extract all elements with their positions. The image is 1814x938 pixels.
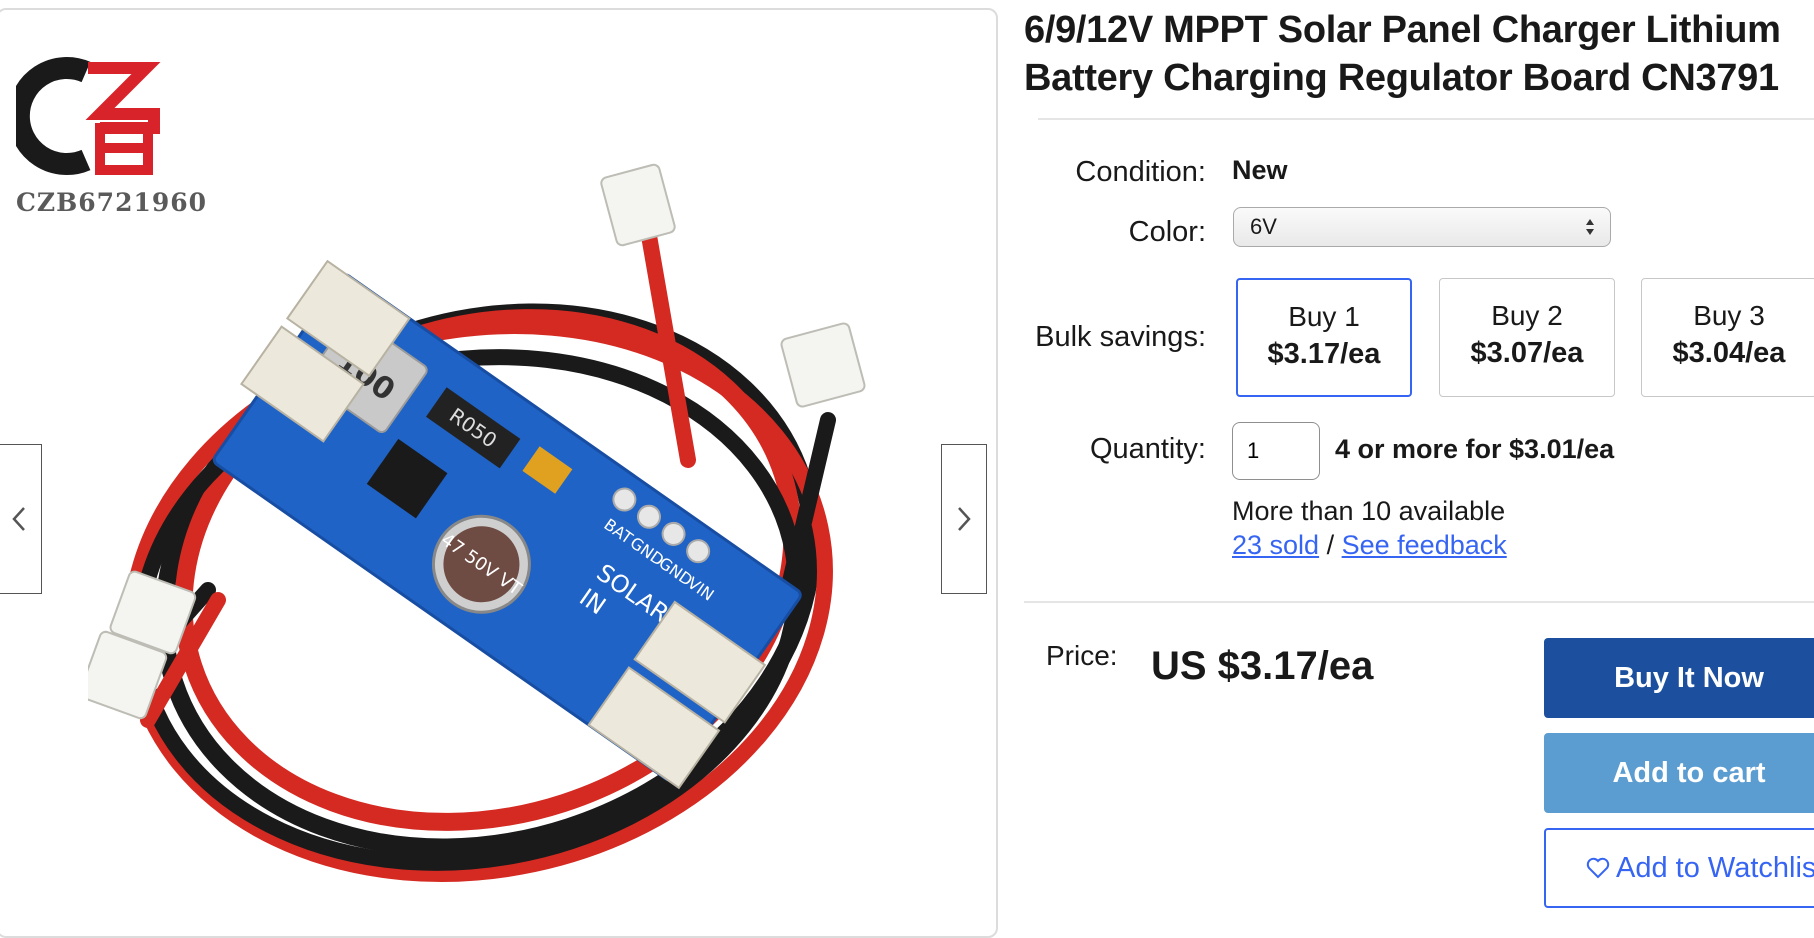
color-label: Color: (1128, 216, 1206, 248)
divider (1038, 118, 1814, 120)
buy-it-now-button[interactable]: Buy It Now (1544, 638, 1814, 718)
add-to-watchlist-label: Add to Watchlist (1616, 851, 1814, 884)
add-to-cart-button[interactable]: Add to cart (1544, 733, 1814, 813)
bulk-option-price: $3.04/ea (1672, 337, 1786, 369)
bulk-option-price: $3.07/ea (1470, 337, 1584, 369)
see-feedback-link[interactable]: See feedback (1342, 530, 1507, 560)
bulk-option-price: $3.17/ea (1267, 338, 1381, 370)
bulk-option-buy-2[interactable]: Buy 2 $3.07/ea (1439, 278, 1615, 397)
quantity-label: Quantity: (1089, 433, 1206, 465)
select-arrows-icon (1586, 219, 1594, 235)
price-label: Price: (1046, 640, 1118, 671)
condition-value: New (1232, 155, 1288, 185)
product-title: 6/9/12V MPPT Solar Panel Charger Lithium… (1024, 9, 1781, 99)
heart-icon (1586, 857, 1610, 879)
color-select[interactable]: 6V (1233, 207, 1611, 247)
add-to-watchlist-button[interactable]: Add to Watchlist (1544, 828, 1814, 908)
quantity-input[interactable] (1232, 422, 1320, 480)
sold-feedback-line: 23 sold / See feedback (1232, 530, 1507, 561)
separator: / (1326, 530, 1335, 560)
divider (1024, 601, 1814, 603)
sold-count-link[interactable]: 23 sold (1232, 530, 1319, 560)
price-value: US $3.17/ea (1151, 644, 1374, 688)
product-image[interactable]: 100 R050 47 50V VT BAT GND GND VIN SOLAR… (88, 160, 908, 920)
condition-label: Condition: (1075, 156, 1206, 188)
next-image-button[interactable] (941, 444, 987, 594)
bulk-savings-label: Bulk savings: (1035, 321, 1206, 353)
chevron-left-icon (12, 507, 25, 531)
chevron-right-icon (958, 507, 971, 531)
bulk-option-qty: Buy 1 (1288, 301, 1360, 332)
availability-text: More than 10 available (1232, 496, 1506, 526)
bulk-quantity-note: 4 or more for $3.01/ea (1335, 434, 1615, 464)
image-gallery: CZB6721960 100 R050 47 50V VT BAT GND GN… (0, 8, 998, 938)
bulk-option-buy-3[interactable]: Buy 3 $3.04/ea (1641, 278, 1814, 397)
bulk-option-qty: Buy 2 (1491, 300, 1563, 331)
bulk-option-qty: Buy 3 (1693, 300, 1765, 331)
bulk-option-buy-1[interactable]: Buy 1 $3.17/ea (1236, 278, 1412, 397)
color-select-value: 6V (1250, 214, 1277, 239)
previous-image-button[interactable] (0, 444, 42, 594)
